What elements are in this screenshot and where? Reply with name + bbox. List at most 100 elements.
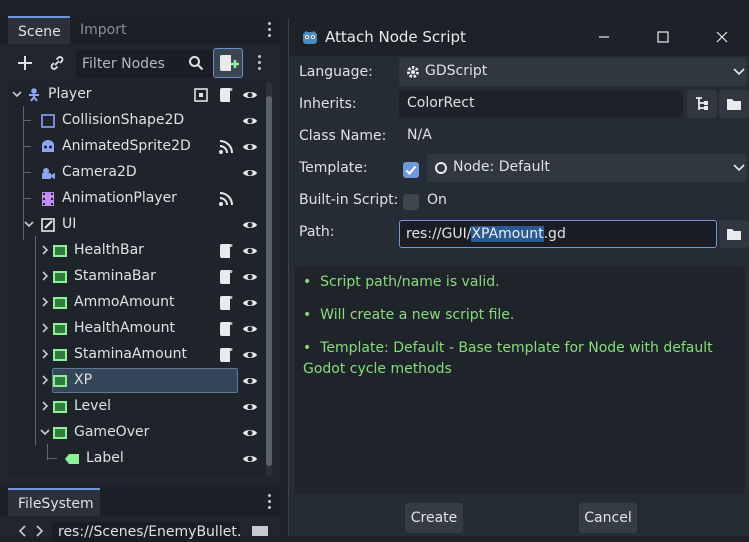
create-button[interactable]: Create (405, 503, 463, 533)
script-icon[interactable] (219, 269, 233, 285)
chevron-right-icon[interactable] (40, 349, 50, 359)
script-icon[interactable] (219, 243, 233, 259)
instance-scene-icon[interactable] (48, 54, 66, 72)
filesystem-dock: FileSystem res://Scenes/EnemyBullet.t (0, 488, 280, 542)
chevron-down-icon (733, 68, 745, 76)
filesystem-path-field[interactable]: res://Scenes/EnemyBullet.t (52, 522, 240, 542)
visibility-eye-icon[interactable] (242, 348, 258, 362)
visibility-eye-icon[interactable] (242, 426, 258, 440)
node-label: HealthBar (74, 242, 144, 258)
select-class-button[interactable] (687, 90, 717, 118)
template-checkbox[interactable] (403, 162, 419, 178)
color-rect-icon (53, 375, 67, 387)
add-node-icon[interactable] (16, 54, 34, 72)
chevron-down-icon[interactable] (40, 427, 50, 437)
chevron-right-icon[interactable] (40, 401, 50, 411)
cancel-button[interactable]: Cancel (579, 503, 637, 533)
tree-row-camera2d[interactable]: Camera2D (8, 160, 266, 186)
maximize-icon[interactable] (652, 26, 674, 48)
visibility-eye-icon[interactable] (242, 270, 258, 284)
tab-scene[interactable]: Scene (8, 16, 70, 44)
node-label: UI (62, 216, 77, 232)
visibility-eye-icon[interactable] (242, 140, 258, 154)
attach-node-script-dialog: Attach Node Script Language: GDScript In… (288, 18, 749, 536)
tree-row-player[interactable]: Player (8, 82, 266, 108)
language-dropdown[interactable]: GDScript (399, 58, 747, 86)
script-icon[interactable] (219, 295, 233, 311)
collision-shape-icon (41, 114, 55, 128)
path-input[interactable]: res://GUI/XPAmount.gd (399, 220, 717, 248)
builtin-script-checkbox[interactable] (403, 194, 419, 210)
scene-dock-menu-icon[interactable] (268, 22, 272, 38)
tab-filesystem[interactable]: FileSystem (8, 488, 100, 516)
chevron-down-icon[interactable] (24, 219, 34, 229)
group-icon[interactable] (194, 88, 208, 102)
tree-row-staminabar[interactable]: StaminaBar (8, 264, 266, 290)
scene-options-icon[interactable] (258, 55, 262, 71)
visibility-eye-icon[interactable] (242, 88, 258, 102)
chevron-right-icon[interactable] (40, 271, 50, 281)
template-label: Template: (299, 160, 368, 176)
inherits-field[interactable]: ColorRect (399, 90, 683, 118)
signal-icon[interactable] (218, 191, 234, 207)
chevron-right-icon[interactable] (40, 375, 50, 385)
color-rect-icon (53, 401, 67, 413)
folder-icon (727, 99, 741, 110)
visibility-eye-icon[interactable] (242, 400, 258, 414)
chevron-right-icon[interactable] (40, 297, 50, 307)
visibility-eye-icon[interactable] (242, 244, 258, 258)
color-rect-icon (53, 427, 67, 439)
visibility-eye-icon[interactable] (242, 452, 258, 466)
godot-logo-icon (301, 28, 319, 46)
signal-icon[interactable] (218, 139, 234, 155)
tab-import[interactable]: Import (70, 16, 136, 44)
tree-row-collisionshape2d[interactable]: CollisionShape2D (8, 108, 266, 134)
chevron-right-icon[interactable] (40, 323, 50, 333)
folder-icon (727, 229, 741, 240)
path-label: Path: (299, 224, 335, 240)
filter-nodes-field[interactable] (76, 50, 218, 78)
node-circle-icon (435, 162, 447, 174)
visibility-eye-icon[interactable] (242, 166, 258, 180)
tree-row-animatedsprite2d[interactable]: AnimatedSprite2D (8, 134, 266, 160)
attach-script-button[interactable] (213, 48, 243, 78)
class-name-label: Class Name: (299, 128, 387, 144)
visibility-eye-icon[interactable] (242, 374, 258, 388)
filter-nodes-input[interactable] (82, 54, 186, 74)
dialog-footer: Create Cancel (289, 500, 749, 536)
tree-row-ui[interactable]: UI (8, 212, 266, 238)
visibility-eye-icon[interactable] (242, 218, 258, 232)
class-name-value: N/A (407, 127, 432, 143)
split-view-icon[interactable] (252, 526, 268, 536)
scene-tree-scrollbar-thumb[interactable] (266, 96, 272, 466)
script-icon[interactable] (219, 321, 233, 337)
message-template: • Template: Default - Base template for … (303, 340, 713, 377)
node-label: AmmoAmount (74, 294, 175, 310)
tree-row-animationplayer[interactable]: AnimationPlayer (8, 186, 266, 212)
minimize-icon[interactable] (593, 26, 615, 48)
visibility-eye-icon[interactable] (242, 114, 258, 128)
chevron-down-icon[interactable] (12, 89, 22, 99)
visibility-eye-icon[interactable] (242, 322, 258, 336)
template-dropdown[interactable]: Node: Default (427, 154, 747, 182)
node-label: Player (48, 86, 92, 102)
chevron-right-icon[interactable] (40, 245, 50, 255)
tree-row-level[interactable]: Level (8, 394, 266, 420)
player-icon (29, 88, 39, 102)
script-icon[interactable] (219, 87, 233, 103)
tree-row-label[interactable]: Label (8, 446, 266, 472)
script-icon[interactable] (219, 347, 233, 363)
tree-row-ammoamount[interactable]: AmmoAmount (8, 290, 266, 316)
tree-row-xp[interactable]: XP (8, 368, 266, 394)
attach-script-icon (220, 55, 239, 71)
close-icon[interactable] (711, 26, 733, 48)
tree-row-gameover[interactable]: GameOver (8, 420, 266, 446)
filesystem-menu-icon[interactable] (268, 494, 272, 510)
browse-path-button[interactable] (719, 220, 749, 248)
browse-inherits-button[interactable] (719, 90, 749, 118)
tree-row-staminaamount[interactable]: StaminaAmount (8, 342, 266, 368)
tree-row-healthbar[interactable]: HealthBar (8, 238, 266, 264)
tree-row-healthamount[interactable]: HealthAmount (8, 316, 266, 342)
class-name-field: N/A (399, 122, 747, 150)
visibility-eye-icon[interactable] (242, 296, 258, 310)
